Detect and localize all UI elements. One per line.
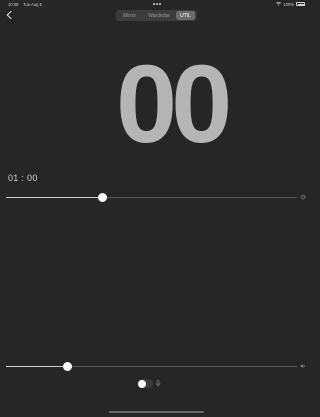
duration-slider[interactable] [6, 193, 297, 202]
microphone-toggle[interactable] [137, 379, 153, 388]
volume-slider-thumb[interactable] [62, 362, 72, 371]
brightness-icon [300, 194, 306, 200]
status-indicators: 100% [276, 2, 305, 7]
volume-slider[interactable] [6, 362, 297, 371]
segment-util[interactable]: UTIL [176, 11, 195, 20]
volume-icon [300, 364, 305, 368]
mode-segmented-control[interactable]: Mirror Wardrobe UTIL [116, 10, 197, 21]
status-bar: 10:08 Tue Aug 5 100% [0, 0, 313, 9]
segment-wardrobe[interactable]: Wardrobe [142, 11, 176, 20]
wifi-icon [276, 2, 282, 6]
segment-mirror[interactable]: Mirror [117, 11, 142, 20]
duration-slider-fill [6, 197, 103, 198]
status-date: Tue Aug 5 [23, 1, 42, 7]
timer-duration-label: 01 : 00 [8, 173, 38, 183]
microphone-icon [155, 380, 161, 387]
home-indicator[interactable] [109, 411, 204, 413]
countdown-display: 00 [116, 43, 232, 166]
multitasking-dots-icon[interactable] [153, 3, 161, 5]
duration-slider-thumb[interactable] [97, 193, 107, 202]
status-time: 10:08 [8, 1, 19, 7]
volume-slider-fill [6, 366, 68, 367]
toggle-knob [137, 379, 146, 388]
chevron-left-icon [6, 11, 12, 19]
battery-icon [296, 2, 305, 6]
back-button[interactable] [3, 9, 15, 21]
battery-percent: 100% [283, 1, 294, 7]
